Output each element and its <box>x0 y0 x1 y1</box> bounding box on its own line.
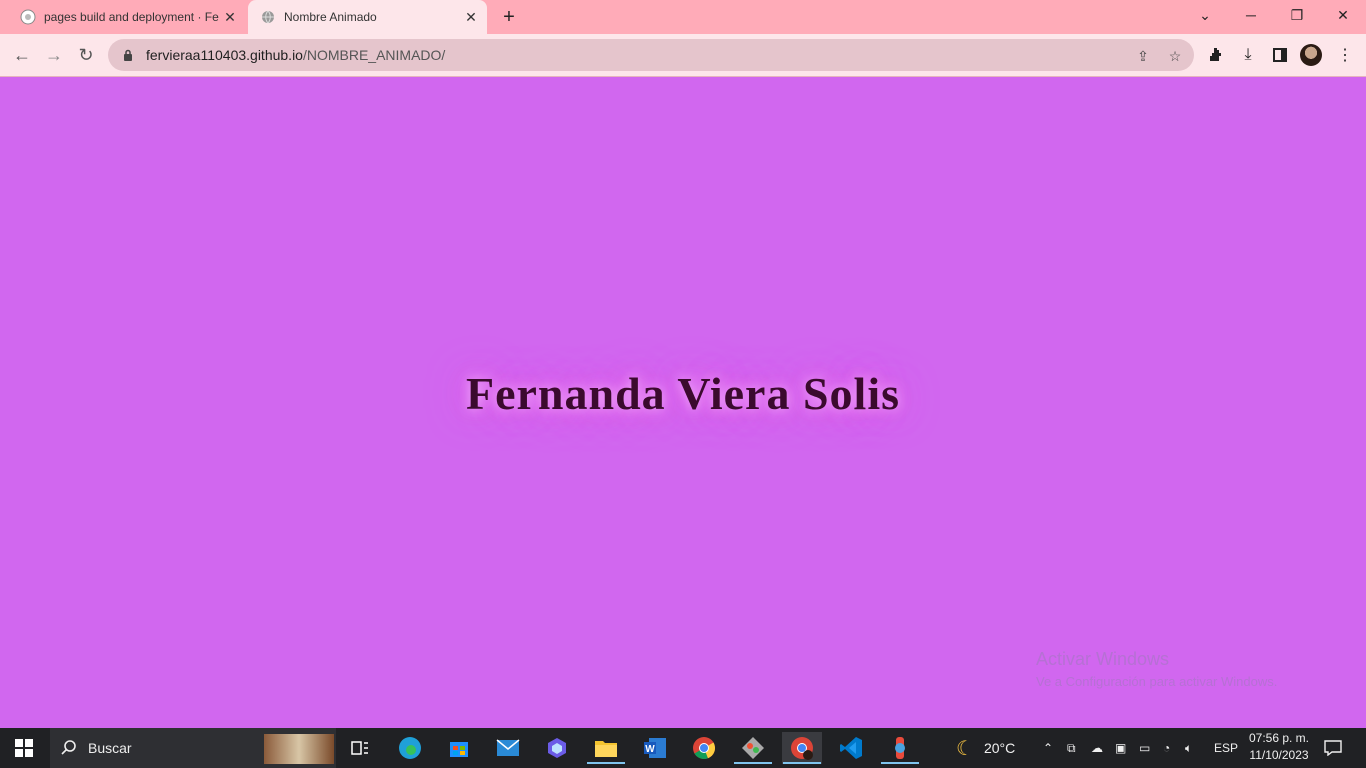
start-windows-icon[interactable] <box>4 732 44 764</box>
chrome-icon[interactable] <box>684 732 724 764</box>
new-tab-button[interactable]: + <box>497 5 521 29</box>
extensions-icon[interactable] <box>1204 43 1228 67</box>
meet-camera-icon[interactable]: ⧉ <box>1067 728 1076 768</box>
moon-icon: ☾ <box>956 737 974 760</box>
weather-temp: 20°C <box>983 740 1016 756</box>
animated-name-heading: Fernanda Viera Solis <box>465 368 901 419</box>
copilot-icon[interactable] <box>537 732 577 764</box>
lock-icon[interactable] <box>120 49 136 61</box>
vscode-icon[interactable] <box>831 732 871 764</box>
search-icon <box>60 739 78 757</box>
reload-button[interactable]: ↻ <box>74 43 98 67</box>
url-host: fervieraa110403.github.io <box>146 47 303 63</box>
mail-icon[interactable] <box>488 732 528 764</box>
search-highlight-image <box>264 734 334 764</box>
watermark-title: Activar Windows <box>1036 649 1170 669</box>
windows-taskbar: Buscar W ☾ 20°C ⌃ ⧉ ☁ ▣ ▭ ◔ 🔈︎ ESP 07:56… <box>0 728 1366 768</box>
search-label: Buscar <box>88 740 132 756</box>
browser-toolbar: ← → ↻ fervieraa110403.github.io/NOMBRE_A… <box>0 34 1366 77</box>
clock-time: 07:56 p. m. <box>1248 731 1310 745</box>
url-text[interactable]: fervieraa110403.github.io/NOMBRE_ANIMADO… <box>146 47 445 63</box>
tab-pages-build[interactable]: pages build and deployment · Fe ✕ <box>8 0 246 34</box>
back-button[interactable]: ← <box>10 43 34 67</box>
watermark-subtitle: Ve a Configuración para activar Windows. <box>1036 674 1278 689</box>
tab-title: Nombre Animado <box>284 10 377 24</box>
active-indicator <box>881 762 919 764</box>
notifications-icon[interactable] <box>1324 728 1342 768</box>
show-hidden-icons-icon[interactable]: ⌃ <box>1043 728 1053 768</box>
bookmark-star-icon[interactable]: ☆ <box>1166 47 1184 65</box>
profile-avatar[interactable] <box>1300 44 1322 66</box>
close-window-button[interactable]: ✕ <box>1320 0 1366 30</box>
store-icon[interactable] <box>439 732 479 764</box>
forward-button[interactable]: → <box>42 43 66 67</box>
browser-titlebar: pages build and deployment · Fe ✕ Nombre… <box>0 0 1366 34</box>
menu-kebab-icon[interactable]: ⋮ <box>1333 43 1357 67</box>
page-content: Fernanda Viera Solis Activar Windows Ve … <box>0 77 1366 728</box>
active-indicator <box>587 762 625 764</box>
file-explorer-icon[interactable] <box>586 732 626 764</box>
url-path: /NOMBRE_ANIMADO/ <box>302 47 446 63</box>
volume-icon[interactable]: 🔈︎ <box>1185 728 1192 768</box>
chrome-profile-icon[interactable] <box>782 732 822 764</box>
github-icon <box>20 9 36 25</box>
close-icon[interactable]: ✕ <box>461 7 481 27</box>
git-icon[interactable] <box>733 732 773 764</box>
share-icon[interactable]: ⇪ <box>1134 47 1152 65</box>
side-panel-icon[interactable] <box>1268 43 1292 67</box>
tab-search-chevron-icon[interactable]: ⌄ <box>1182 0 1228 30</box>
address-bar[interactable]: fervieraa110403.github.io/NOMBRE_ANIMADO… <box>108 39 1194 71</box>
active-indicator <box>734 762 772 764</box>
download-icon[interactable]: ⤓ <box>1236 43 1260 67</box>
clock-date: 11/10/2023 <box>1249 748 1309 762</box>
battery-icon[interactable]: ▭ <box>1139 728 1150 768</box>
display-icon[interactable]: ▣ <box>1115 728 1126 768</box>
taskbar-search-box[interactable]: Buscar <box>50 728 336 768</box>
task-view-icon[interactable] <box>340 732 380 764</box>
edge-icon[interactable] <box>390 732 430 764</box>
minimize-button[interactable]: ─ <box>1228 0 1274 30</box>
restore-button[interactable]: ❐ <box>1274 0 1320 30</box>
language-indicator[interactable]: ESP <box>1214 728 1238 768</box>
active-indicator <box>783 762 821 764</box>
tab-title: pages build and deployment · Fe <box>44 10 219 24</box>
word-icon[interactable]: W <box>635 732 675 764</box>
clock[interactable]: 07:56 p. m. 11/10/2023 <box>1244 730 1314 764</box>
wifi-icon[interactable]: ◔ <box>1163 728 1170 768</box>
svg-text:W: W <box>645 744 655 755</box>
windows-activation-watermark: Activar Windows Ve a Configuración para … <box>1036 649 1277 689</box>
app-extra-icon[interactable] <box>880 732 920 764</box>
onedrive-icon[interactable]: ☁ <box>1091 728 1103 768</box>
tab-nombre-animado[interactable]: Nombre Animado ✕ <box>248 0 487 34</box>
globe-icon <box>260 9 276 25</box>
close-icon[interactable]: ✕ <box>220 7 240 27</box>
weather-widget[interactable]: ☾ 20°C <box>956 728 1015 768</box>
